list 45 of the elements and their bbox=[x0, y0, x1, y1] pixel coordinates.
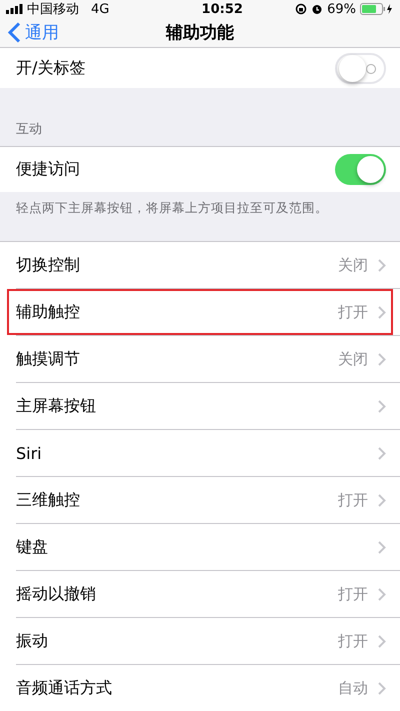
row-value: 关闭 bbox=[338, 256, 368, 274]
status-time: 10:52 bbox=[202, 2, 243, 16]
rotation-lock-icon bbox=[295, 3, 308, 15]
row-label: Siri bbox=[16, 444, 43, 462]
chevron-icon bbox=[378, 352, 386, 366]
carrier-name: 中国移动 bbox=[27, 1, 79, 18]
row-value: 关闭 bbox=[338, 350, 368, 368]
row-value: 打开 bbox=[338, 490, 368, 510]
chevron-icon bbox=[378, 588, 386, 600]
row-label: 主屏幕按钮 bbox=[16, 396, 97, 416]
page-title: 辅助功能 bbox=[166, 23, 234, 43]
row-label: 摇动以撤销 bbox=[16, 584, 97, 604]
row-label: 振动 bbox=[16, 630, 49, 652]
chevron-icon bbox=[378, 682, 386, 694]
chevron-icon bbox=[378, 400, 386, 412]
battery-charging-icon bbox=[360, 3, 394, 15]
chevron-icon bbox=[378, 446, 386, 460]
chevron-icon bbox=[378, 258, 386, 272]
chevron-icon bbox=[378, 494, 386, 506]
chevron-icon bbox=[378, 540, 386, 554]
chevron-icon bbox=[378, 634, 386, 648]
row-label: 三维触控 bbox=[16, 490, 81, 510]
row-value: 打开 bbox=[338, 632, 368, 650]
row-label: 辅助触控 bbox=[16, 302, 81, 322]
row-value: 打开 bbox=[338, 584, 368, 604]
toggle-switch[interactable] bbox=[335, 154, 386, 185]
section-header: 互动 bbox=[15, 121, 43, 139]
chevron-icon bbox=[378, 306, 386, 318]
battery-percent: 69% bbox=[327, 2, 356, 16]
back-button[interactable]: 通用 bbox=[0, 21, 67, 44]
row-label: 便捷访问 bbox=[16, 159, 81, 180]
row-value: 自动 bbox=[338, 678, 368, 698]
section-footer: 轻点两下主屏幕按钮，将屏幕上方项目拉至可及范围。 bbox=[0, 192, 400, 233]
toggle-switch[interactable] bbox=[335, 52, 386, 84]
row-value: 打开 bbox=[338, 302, 368, 322]
network-type: 4G bbox=[91, 2, 110, 16]
alarm-icon bbox=[311, 3, 324, 15]
row-label: 键盘 bbox=[16, 536, 49, 558]
row-label: 开/关标签 bbox=[16, 58, 86, 78]
row-label: 音频通话方式 bbox=[16, 678, 113, 698]
back-chevron-icon bbox=[8, 22, 21, 43]
signal-icon bbox=[6, 4, 23, 14]
settings-row[interactable]: 辅助触控 打开 bbox=[7, 289, 393, 335]
row-label: 切换控制 bbox=[16, 254, 81, 276]
row-label: 触摸调节 bbox=[16, 348, 81, 370]
